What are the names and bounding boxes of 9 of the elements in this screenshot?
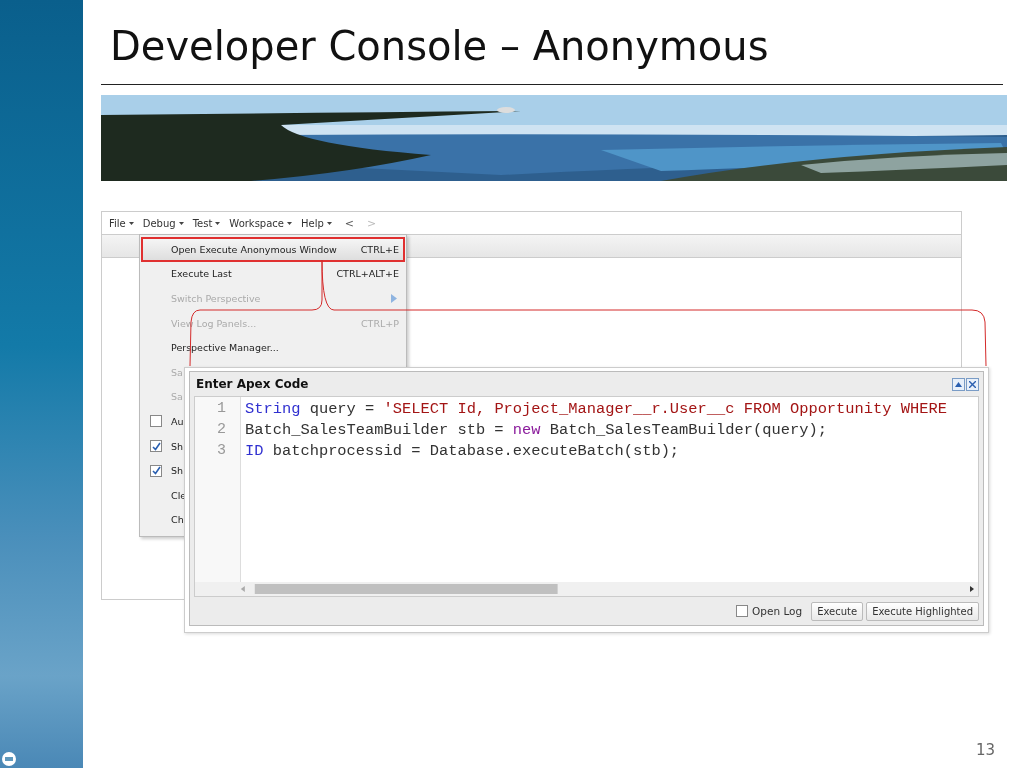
dialog-title: Enter Apex Code xyxy=(196,377,309,391)
line-number: 1 xyxy=(216,400,227,419)
code-line: String query = 'SELECT Id, Project_Manager__r.User__c FROM Opportunity WHERE xyxy=(245,400,948,420)
page-number: 13 xyxy=(975,741,995,759)
code-line: ID batchprocessid = Database.executeBatch(stb); xyxy=(245,442,681,462)
code-line: Batch_SalesTeamBuilder stb = new Batch_SalesTeamBuilder(query); xyxy=(245,421,828,441)
line-number: 3 xyxy=(216,442,227,461)
slide-title: Developer Console – Anonymous xyxy=(110,22,770,71)
line-number: 2 xyxy=(216,421,227,440)
